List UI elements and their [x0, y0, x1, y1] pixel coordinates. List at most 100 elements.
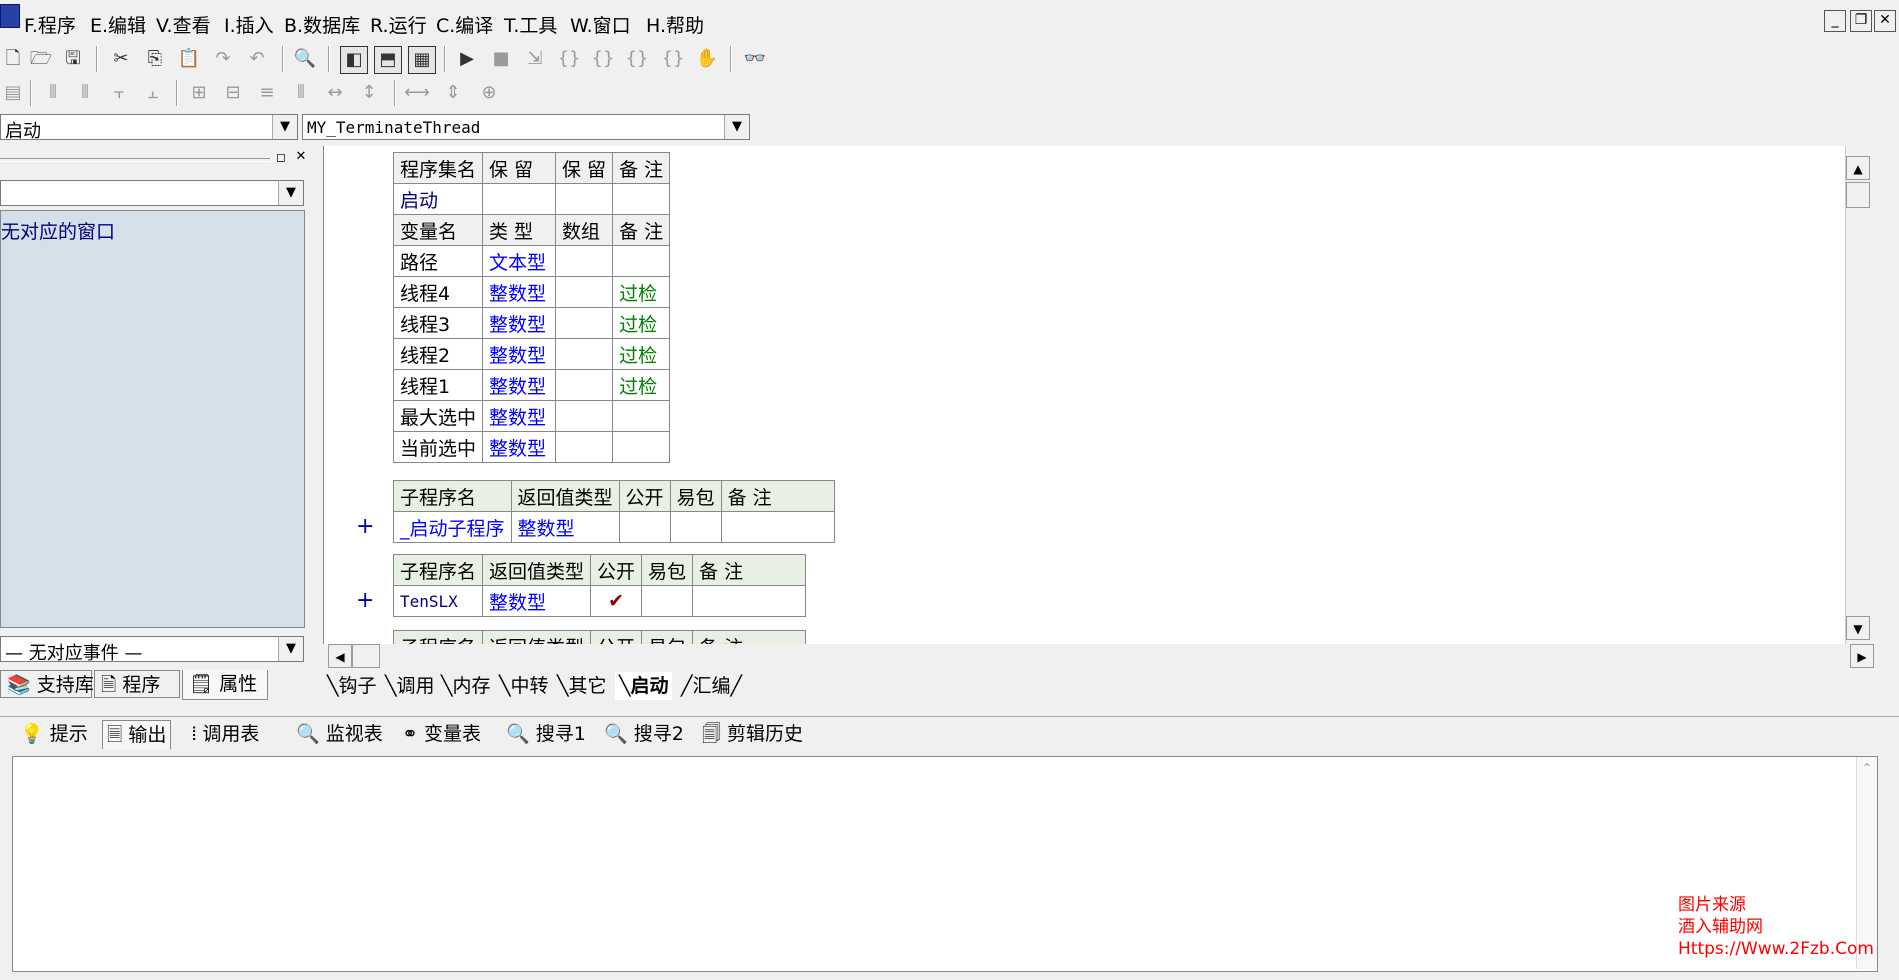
var-array-cell[interactable] — [555, 338, 614, 370]
redo-icon[interactable]: ↷ — [210, 46, 236, 72]
chevron-down-icon[interactable]: ▼ — [278, 181, 303, 205]
align-icon[interactable]: ▤ — [0, 80, 26, 106]
var-name-cell[interactable]: 最大选中 — [392, 400, 484, 432]
menu-insert[interactable]: I.插入 — [224, 11, 274, 38]
var-name-cell[interactable]: 线程3 — [392, 307, 484, 339]
code-editor[interactable]: 程序集名 保 留 保 留 备 注 启动 变量名 类 型 数组 备 注 路径 文本型… — [323, 146, 1872, 644]
center-v-icon[interactable]: ⊟ — [220, 80, 246, 106]
var-note-cell[interactable]: 过检 — [612, 307, 671, 339]
easy-pack-cell[interactable] — [641, 585, 694, 617]
table-cell[interactable] — [612, 183, 671, 215]
layout-left-icon[interactable]: ◧ — [340, 46, 368, 74]
same-width-icon[interactable]: ⦀ — [288, 80, 314, 106]
output-panel[interactable]: ⌃ — [12, 756, 1878, 972]
height-icon[interactable]: ⇕ — [440, 80, 466, 106]
tab-output[interactable]: 🗏 输出 — [102, 720, 172, 749]
var-type-cell[interactable]: 整数型 — [482, 338, 557, 370]
return-type-cell[interactable]: 整数型 — [510, 511, 620, 543]
chevron-down-icon[interactable]: ▼ — [278, 637, 303, 661]
scroll-up-icon[interactable]: ▲ — [1846, 156, 1870, 180]
open-folder-icon[interactable]: 🗁 — [28, 46, 54, 72]
scroll-up-icon[interactable]: ⌃ — [1857, 761, 1877, 775]
var-array-cell[interactable] — [555, 369, 614, 401]
chevron-down-icon[interactable]: ▼ — [272, 115, 297, 139]
align-bottom-icon[interactable]: ⫠ — [140, 80, 166, 106]
tab-program[interactable]: 🗎 程序 — [94, 670, 180, 698]
menu-database[interactable]: B.数据库 — [284, 11, 360, 38]
align-right-icon[interactable]: ⫴ — [72, 80, 98, 106]
menu-edit[interactable]: E.编辑 — [90, 11, 146, 38]
subroutine-name-cell[interactable]: _启动子程序 — [393, 511, 512, 543]
note-cell[interactable] — [692, 585, 807, 617]
align-left-icon[interactable]: ⫴ — [40, 80, 66, 106]
table-cell[interactable] — [555, 183, 614, 215]
tab-clip-history[interactable]: 🗐 剪辑历史 — [702, 720, 803, 748]
expand-icon[interactable]: + — [356, 514, 374, 539]
tab-call[interactable]: ╲调用 — [385, 672, 434, 700]
scroll-thumb[interactable] — [352, 644, 380, 668]
layout-top-icon[interactable]: ⬒ — [374, 46, 402, 74]
var-array-cell[interactable] — [555, 400, 614, 432]
var-array-cell[interactable] — [555, 276, 614, 308]
subroutine-select[interactable]: MY_TerminateThread ▼ — [302, 114, 750, 140]
restore-icon[interactable]: ❐ — [1850, 10, 1872, 32]
var-note-cell[interactable] — [612, 245, 671, 277]
vertical-scrollbar[interactable]: ▲ ▼ — [1845, 146, 1872, 644]
menu-help[interactable]: H.帮助 — [646, 11, 704, 38]
dock-icon[interactable]: ◻ — [274, 150, 288, 164]
step-into-icon[interactable]: {} — [556, 46, 582, 72]
note-cell[interactable] — [720, 511, 835, 543]
run-icon[interactable]: ▶ — [454, 46, 480, 72]
return-type-cell[interactable]: 整数型 — [482, 585, 592, 617]
center-h-icon[interactable]: ⊞ — [186, 80, 212, 106]
window-list[interactable]: 无对应的窗口 — [0, 210, 305, 628]
menu-compile[interactable]: C.编译 — [436, 11, 493, 38]
event-select[interactable]: — 无对应事件 — ▼ — [0, 636, 304, 664]
scroll-thumb[interactable] — [1846, 182, 1870, 208]
assembly-select[interactable]: 启动 ▼ — [0, 114, 298, 142]
scroll-left-icon[interactable]: ◀ — [328, 644, 352, 668]
layout-full-icon[interactable]: ▦ — [408, 46, 436, 74]
menu-run[interactable]: R.运行 — [370, 11, 427, 38]
var-type-cell[interactable]: 整数型 — [482, 276, 557, 308]
window-select[interactable]: ▼ — [0, 180, 304, 206]
var-array-cell[interactable] — [555, 431, 614, 463]
binoculars-icon[interactable]: 👓 — [742, 46, 768, 72]
hand-icon[interactable]: ✋ — [694, 46, 720, 72]
align-top-icon[interactable]: ⫟ — [106, 80, 132, 106]
close-icon[interactable]: ✕ — [1874, 10, 1896, 32]
check-icon[interactable]: ✔ — [590, 585, 643, 617]
tab-startup[interactable]: ╲启动 — [615, 672, 673, 700]
run-to-cursor-icon[interactable]: {} — [660, 46, 686, 72]
tab-search1[interactable]: 🔍 搜寻1 — [506, 720, 586, 748]
space-h-icon[interactable]: ↔ — [322, 80, 348, 106]
width-icon[interactable]: ⟷ — [404, 80, 430, 106]
var-note-cell[interactable]: 过检 — [612, 276, 671, 308]
var-name-cell[interactable]: 路径 — [392, 245, 484, 277]
same-height-icon[interactable]: ≡ — [254, 80, 280, 106]
save-icon[interactable]: 🖫 — [60, 46, 86, 72]
tab-variable-table[interactable]: ⚭ 变量表 — [402, 720, 481, 748]
var-note-cell[interactable] — [612, 431, 671, 463]
var-name-cell[interactable]: 线程2 — [392, 338, 484, 370]
chevron-down-icon[interactable]: ▼ — [724, 115, 749, 139]
var-note-cell[interactable]: 过检 — [612, 369, 671, 401]
var-name-cell[interactable]: 线程1 — [392, 369, 484, 401]
tab-assembly[interactable]: ╱汇编╱ — [681, 672, 742, 700]
tab-hint[interactable]: 💡 提示 — [20, 720, 88, 748]
var-name-cell[interactable]: 当前选中 — [392, 431, 484, 463]
app-icon[interactable] — [0, 4, 20, 28]
var-array-cell[interactable] — [555, 245, 614, 277]
var-name-cell[interactable]: 线程4 — [392, 276, 484, 308]
tab-call-table[interactable]: ⦙ 调用表 — [192, 720, 259, 748]
tab-properties[interactable]: 🗒 属性 — [182, 670, 268, 700]
public-cell[interactable] — [618, 511, 671, 543]
step-over-icon[interactable]: {} — [590, 46, 616, 72]
tab-memory[interactable]: ╲内存 — [441, 672, 490, 700]
assembly-name-cell[interactable]: 启动 — [392, 183, 484, 215]
panel-close-icon[interactable]: ✕ — [294, 150, 308, 164]
var-type-cell[interactable]: 整数型 — [482, 307, 557, 339]
var-type-cell[interactable]: 整数型 — [482, 369, 557, 401]
var-type-cell[interactable]: 整数型 — [482, 400, 557, 432]
step-icon[interactable]: ⇲ — [522, 46, 548, 72]
